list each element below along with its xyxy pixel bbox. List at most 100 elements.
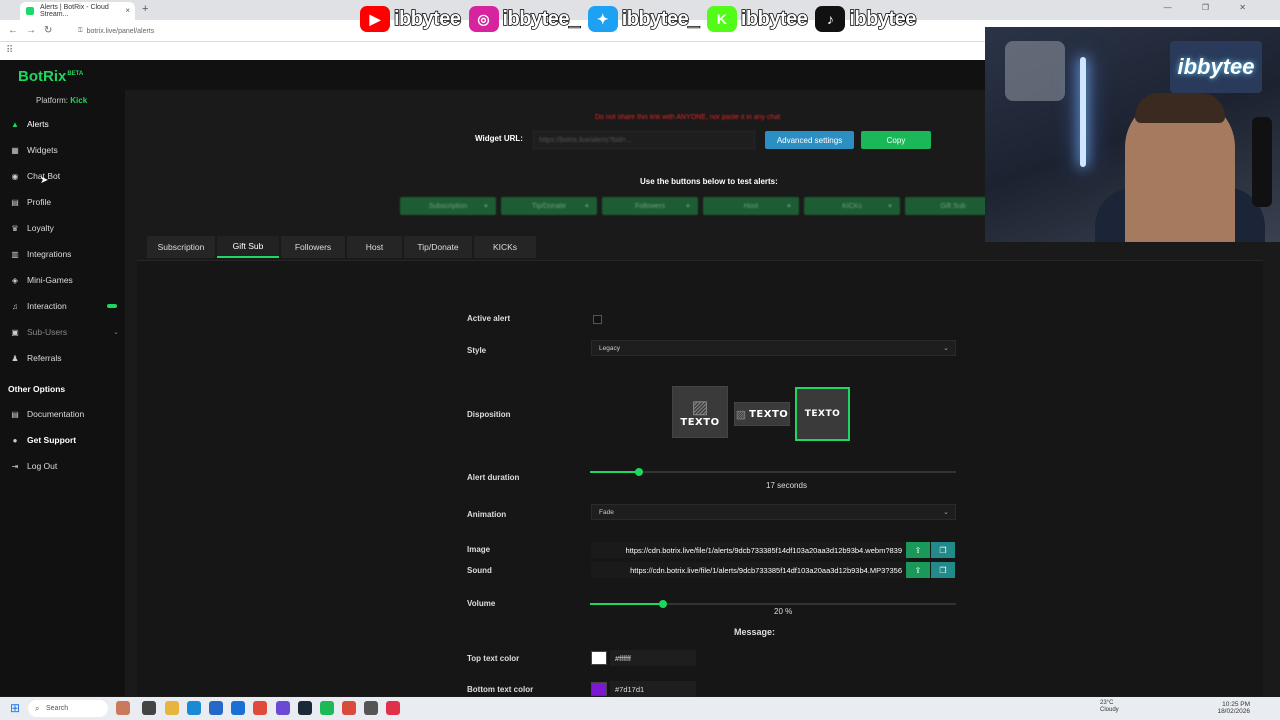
sidebar-item-widgets[interactable]: ▦ Widgets bbox=[0, 139, 125, 161]
spotify-icon[interactable] bbox=[320, 701, 334, 715]
bottom-color-swatch[interactable] bbox=[591, 682, 607, 696]
style-select[interactable]: Legacy ⌄ bbox=[591, 340, 956, 356]
image-url-field[interactable]: https://cdn.botrix.live/file/1/alerts/9d… bbox=[591, 542, 906, 558]
sidebar-item-label: Widgets bbox=[27, 145, 58, 155]
sound-url-field[interactable]: https://cdn.botrix.live/file/1/alerts/9d… bbox=[591, 562, 906, 578]
edge-icon[interactable] bbox=[187, 701, 201, 715]
animation-label: Animation bbox=[467, 510, 507, 519]
volume-slider-thumb[interactable] bbox=[659, 600, 668, 608]
share-warning: Do not share this link with ANYONE, nor … bbox=[595, 114, 781, 121]
animation-select[interactable]: Fade ⌄ bbox=[591, 504, 956, 520]
discord-icon[interactable] bbox=[276, 701, 290, 715]
sidebar-item-mini-games[interactable]: ◈ Mini-Games bbox=[0, 269, 125, 291]
streamer-hair bbox=[1135, 93, 1225, 123]
advanced-settings-button[interactable]: Advanced settings bbox=[765, 131, 854, 149]
tab-kicks[interactable]: KICKs bbox=[474, 236, 536, 258]
tab-tip-donate[interactable]: Tip/Donate bbox=[404, 236, 472, 258]
mail-icon[interactable] bbox=[231, 701, 245, 715]
steam-icon[interactable] bbox=[298, 701, 312, 715]
widget-url-field[interactable]: https://botrix.live/alerts?bid=... bbox=[533, 131, 755, 149]
test-alert-button[interactable]: Tip/Donate + bbox=[501, 197, 597, 215]
windows-start-icon[interactable]: ⊞ bbox=[10, 701, 20, 715]
upload-sound-icon[interactable]: ⇪ bbox=[906, 562, 930, 578]
store-icon[interactable] bbox=[209, 701, 223, 715]
task-view-icon[interactable] bbox=[142, 701, 156, 715]
bottom-color-field[interactable]: #7d17d1 bbox=[610, 681, 696, 697]
new-tab-button[interactable]: + bbox=[142, 3, 148, 15]
tab-subscription[interactable]: Subscription bbox=[147, 236, 215, 258]
obs-icon[interactable] bbox=[386, 701, 400, 715]
brave-icon[interactable] bbox=[253, 701, 267, 715]
test-alert-button[interactable]: Subscription + bbox=[400, 197, 496, 215]
top-color-swatch[interactable] bbox=[591, 651, 607, 665]
widget-icon[interactable] bbox=[116, 701, 130, 715]
image-label: Image bbox=[467, 545, 491, 554]
upload-image-icon[interactable]: ⇪ bbox=[906, 542, 930, 558]
alert-settings-panel: Active alert Style Legacy ⌄ Disposition … bbox=[137, 260, 1263, 697]
gamepad-icon: ◈ bbox=[11, 275, 19, 285]
active-alert-checkbox[interactable] bbox=[593, 315, 602, 324]
sidebar-item-sub-users[interactable]: ▣ Sub-Users ⌄ bbox=[0, 321, 125, 343]
image-library-icon[interactable]: ❐ bbox=[931, 542, 955, 558]
profile-icon: ▤ bbox=[11, 197, 19, 207]
social-overlay: ▶ ibbytee ◎ ibbytee_ ✦ ibbytee_ Kibbytee ♪ ibbyt… bbox=[360, 6, 920, 32]
chevron-down-icon: ⌄ bbox=[943, 345, 949, 352]
sidebar-item-documentation[interactable]: ▤ Documentation bbox=[0, 403, 125, 425]
test-alert-button[interactable]: Followers + bbox=[602, 197, 698, 215]
apps-grid-icon[interactable]: ⠿ bbox=[6, 45, 13, 56]
copy-button[interactable]: Copy bbox=[861, 131, 931, 149]
top-color-field[interactable]: #ffffff bbox=[610, 650, 696, 666]
sidebar-item-interaction[interactable]: ♫ Interaction bbox=[0, 295, 125, 317]
sidebar-item-label: Alerts bbox=[27, 119, 49, 129]
duration-slider-thumb[interactable] bbox=[635, 468, 644, 476]
sidebar-item-alerts[interactable]: ▲ Alerts bbox=[0, 113, 125, 135]
disposition-image-above-text[interactable]: ▨ TEXTO bbox=[672, 386, 728, 438]
volume-readout: 20 % bbox=[774, 607, 793, 616]
trophy-icon: ♛ bbox=[11, 223, 19, 233]
close-tab-icon[interactable]: × bbox=[125, 6, 130, 15]
interaction-icon: ♫ bbox=[12, 301, 18, 311]
sidebar-item-referrals[interactable]: ♟ Referrals bbox=[0, 347, 125, 369]
window-controls[interactable]: — ❐ ✕ bbox=[1164, 3, 1260, 12]
plus-icon: + bbox=[786, 202, 791, 210]
tab-host[interactable]: Host bbox=[347, 236, 402, 258]
test-alert-button[interactable]: KICKs + bbox=[804, 197, 900, 215]
tab-followers[interactable]: Followers bbox=[281, 236, 345, 258]
sound-library-icon[interactable]: ❐ bbox=[931, 562, 955, 578]
clock[interactable]: 10:25 PM 18/02/2026 bbox=[1217, 701, 1250, 715]
image-placeholder-icon: ▨ bbox=[735, 408, 747, 421]
duration-slider[interactable] bbox=[590, 468, 956, 476]
file-explorer-icon[interactable] bbox=[165, 701, 179, 715]
reload-icon[interactable]: ↻ bbox=[44, 25, 52, 36]
tab-gift-sub[interactable]: Gift Sub bbox=[217, 236, 279, 258]
duration-readout: 17 seconds bbox=[766, 481, 807, 490]
test-alert-button[interactable]: Host + bbox=[703, 197, 799, 215]
botrix-logo[interactable]: BotRixBETA bbox=[18, 68, 83, 85]
app-icon[interactable] bbox=[364, 701, 378, 715]
logout-icon: ⇥ bbox=[11, 461, 19, 471]
other-options-heading: Other Options bbox=[8, 384, 66, 394]
sidebar-item-profile[interactable]: ▤ Profile bbox=[0, 191, 125, 213]
sidebar-item-get-support[interactable]: ● Get Support bbox=[0, 429, 125, 451]
volume-slider[interactable] bbox=[590, 600, 956, 608]
weather-widget[interactable]: 23°C Cloudy bbox=[1100, 700, 1119, 714]
back-icon[interactable]: ← bbox=[8, 25, 18, 36]
plus-icon: + bbox=[887, 202, 892, 210]
sidebar-item-label: Loyalty bbox=[27, 223, 54, 233]
forward-icon[interactable]: → bbox=[26, 25, 36, 36]
disposition-text-over-image[interactable]: TEXTO bbox=[795, 387, 850, 441]
sidebar: Platform: Kick ▲ Alerts ▦ Widgets ◉ Chat Bot ▤… bbox=[0, 90, 125, 696]
sidebar-item-label: Referrals bbox=[27, 353, 62, 363]
disposition-image-left-text[interactable]: ▨ TEXTO bbox=[734, 402, 790, 426]
sidebar-item-loyalty[interactable]: ♛ Loyalty bbox=[0, 217, 125, 239]
plus-icon: + bbox=[483, 202, 488, 210]
chrome-icon[interactable] bbox=[342, 701, 356, 715]
instagram-icon: ◎ bbox=[468, 6, 499, 32]
sidebar-item-integrations[interactable]: ▥ Integrations bbox=[0, 243, 125, 265]
browser-tab[interactable]: Alerts | BotRix - Cloud Stream... × bbox=[20, 2, 135, 20]
sidebar-item-chat-bot[interactable]: ◉ Chat Bot bbox=[0, 165, 125, 187]
sidebar-item-log-out[interactable]: ⇥ Log Out bbox=[0, 455, 125, 477]
alert-tabs: Subscription Gift Sub Followers Host Tip/Don… bbox=[147, 236, 536, 258]
taskbar-search[interactable]: ⌕ Search bbox=[28, 700, 108, 717]
social-handle: ibbytee_ bbox=[502, 7, 581, 31]
